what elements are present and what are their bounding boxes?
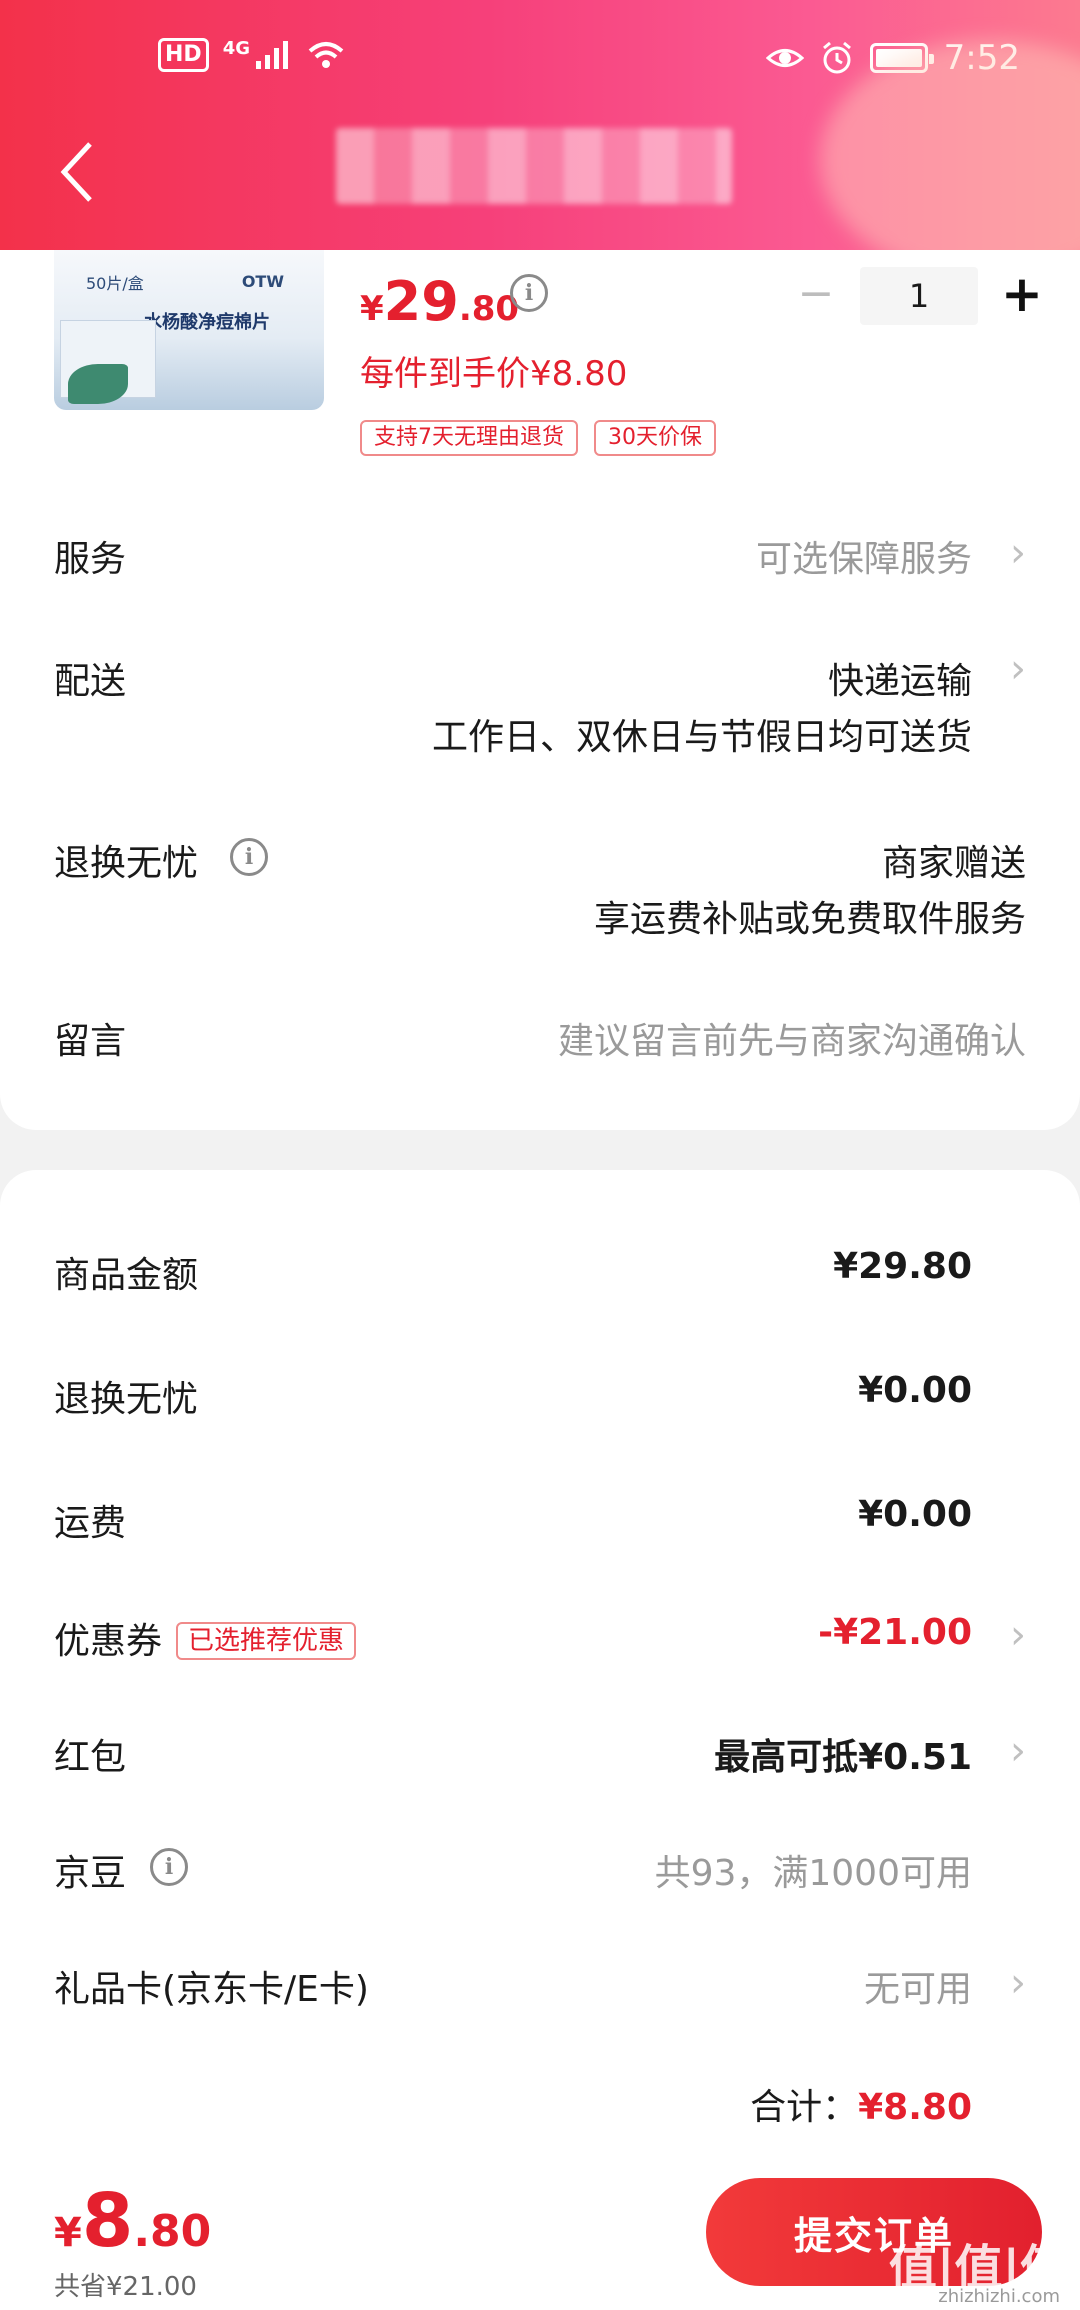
clock: 7:52 xyxy=(943,38,1020,78)
delivery-sub: 工作日、双休日与节假日均可送货 xyxy=(431,717,972,758)
jd-beans-value: 共93，满1000可用 xyxy=(654,1853,972,1894)
message-input[interactable]: 建议留言前先与商家沟通确认 xyxy=(558,1012,1026,1064)
bottom-price-integer: 8 xyxy=(81,2178,134,2264)
leaf-graphic xyxy=(68,364,128,404)
gift-card-row[interactable]: 礼品卡(京东卡/E卡) 无可用 › xyxy=(54,1960,1026,2020)
chevron-right-icon: › xyxy=(1010,1728,1026,1774)
message-label: 留言 xyxy=(54,1021,127,1062)
status-left: HD 4G xyxy=(158,38,346,72)
jd-beans-label: 京豆 xyxy=(54,1853,127,1894)
total-wrap: 合计：¥8.80 xyxy=(750,2078,972,2130)
bottom-bar: ¥ 8 .80 共省¥21.00 提交订单 值|值|值 zhizhizhi.co… xyxy=(0,2150,1080,2310)
header: HD 4G 7:52 xyxy=(0,0,1080,250)
battery-icon xyxy=(869,43,934,73)
message-row[interactable]: 留言 建议留言前先与商家沟通确认 xyxy=(54,1012,1026,1072)
product-image-brand: OTW xyxy=(241,272,284,291)
goods-amount-value: ¥29.80 xyxy=(833,1246,972,1287)
coupon-label: 优惠券 xyxy=(54,1621,163,1662)
service-label: 服务 xyxy=(54,539,127,580)
shipping-value: ¥0.00 xyxy=(858,1494,972,1535)
coupon-value: -¥21.00 xyxy=(818,1612,972,1653)
coupon-row[interactable]: 优惠券 已选推荐优惠 -¥21.00 › xyxy=(54,1612,1026,1672)
return-fee-label: 退换无忧 xyxy=(54,1379,199,1420)
goods-amount-row: 商品金额 ¥29.80 xyxy=(54,1246,1026,1306)
gift-card-value: 无可用 xyxy=(863,1969,972,2010)
return-fee-row: 退换无忧 ¥0.00 xyxy=(54,1370,1026,1430)
chevron-right-icon: › xyxy=(1010,1612,1026,1658)
quantity-stepper: − 1 + xyxy=(786,266,1052,326)
wifi-icon xyxy=(308,42,344,68)
tag-return-policy: 支持7天无理由退货 xyxy=(360,420,578,456)
tag-price-protection: 30天价保 xyxy=(594,420,716,456)
delivery-row[interactable]: 配送 快递运输 › 工作日、双休日与节假日均可送货 xyxy=(54,646,1026,772)
network-type: 4G xyxy=(222,37,250,59)
product-image[interactable]: 50片/盒 OTW 水杨酸净痘棉片 xyxy=(54,250,324,410)
total-label: 合计： xyxy=(750,2087,859,2128)
bottom-price: ¥ 8 .80 xyxy=(54,2178,211,2264)
chevron-right-icon: › xyxy=(1010,530,1026,576)
shipping-row: 运费 ¥0.00 xyxy=(54,1494,1026,1554)
goods-amount-label: 商品金额 xyxy=(54,1255,199,1296)
price-integer: 29 xyxy=(383,270,459,333)
eye-icon xyxy=(765,49,804,67)
status-right: 7:52 xyxy=(765,38,1020,78)
delivery-value: 快递运输 xyxy=(827,661,972,702)
status-bar: HD 4G 7:52 xyxy=(0,30,1080,90)
shipping-label: 运费 xyxy=(54,1503,127,1544)
blurred-title xyxy=(336,128,732,204)
return-label: 退换无忧 xyxy=(54,843,199,884)
chevron-left-icon[interactable] xyxy=(56,140,96,204)
total-row: 合计：¥8.80 xyxy=(54,2078,1026,2138)
bottom-price-currency: ¥ xyxy=(54,2210,82,2256)
red-packet-row[interactable]: 红包 最高可抵¥0.51 › xyxy=(54,1728,1026,1788)
product-image-name: 水杨酸净痘棉片 xyxy=(144,312,270,333)
saved-amount: 共省¥21.00 xyxy=(54,2272,197,2302)
return-info-icon[interactable]: i xyxy=(230,838,268,876)
return-row: 退换无忧 i 商家赠送 享运费补贴或免费取件服务 xyxy=(54,834,1026,954)
product-tags: 支持7天无理由退货 30天价保 xyxy=(360,420,716,456)
return-fee-value: ¥0.00 xyxy=(858,1370,972,1411)
decrease-quantity-button[interactable]: − xyxy=(786,266,846,326)
hd-badge: HD xyxy=(158,38,209,72)
total-value: ¥8.80 xyxy=(858,2087,972,2128)
red-packet-label: 红包 xyxy=(54,1737,127,1778)
unit-price: 每件到手价¥8.80 xyxy=(360,354,628,394)
coupon-tag: 已选推荐优惠 xyxy=(176,1622,357,1660)
delivery-label: 配送 xyxy=(54,661,127,702)
return-sub: 享运费补贴或免费取件服务 xyxy=(593,899,1026,940)
increase-quantity-button[interactable]: + xyxy=(992,266,1052,326)
order-details-card: 50片/盒 OTW 水杨酸净痘棉片 ¥ 29 .80 i 每件到手价¥8.80 … xyxy=(0,250,1080,1130)
return-value: 商家赠送 xyxy=(881,843,1026,884)
jd-beans-row: 京豆 i 共93，满1000可用 xyxy=(54,1844,1026,1904)
red-packet-value: 最高可抵¥0.51 xyxy=(714,1737,972,1778)
price-currency: ¥ xyxy=(360,289,384,329)
gift-card-label: 礼品卡(京东卡/E卡) xyxy=(54,1969,369,2010)
jd-beans-info-icon[interactable]: i xyxy=(150,1848,188,1886)
service-row[interactable]: 服务 可选保障服务 › xyxy=(54,530,1026,590)
product-price: ¥ 29 .80 xyxy=(360,270,519,333)
bottom-price-decimal: .80 xyxy=(133,2206,212,2257)
chevron-right-icon: › xyxy=(1010,646,1026,692)
alarm-icon xyxy=(822,41,851,74)
price-summary-card: 商品金额 ¥29.80 退换无忧 ¥0.00 运费 ¥0.00 优惠券 已选推荐优… xyxy=(0,1170,1080,2170)
service-value: 可选保障服务 xyxy=(755,539,972,580)
price-info-icon[interactable]: i xyxy=(510,274,548,312)
signal-icon xyxy=(256,41,288,69)
watermark-url: zhizhizhi.com xyxy=(938,2286,1060,2307)
chevron-right-icon: › xyxy=(1010,1960,1026,2006)
coupon-label-wrap: 优惠券 已选推荐优惠 xyxy=(54,1612,357,1664)
product-image-count: 50片/盒 xyxy=(86,274,144,293)
quantity-value[interactable]: 1 xyxy=(860,267,978,325)
